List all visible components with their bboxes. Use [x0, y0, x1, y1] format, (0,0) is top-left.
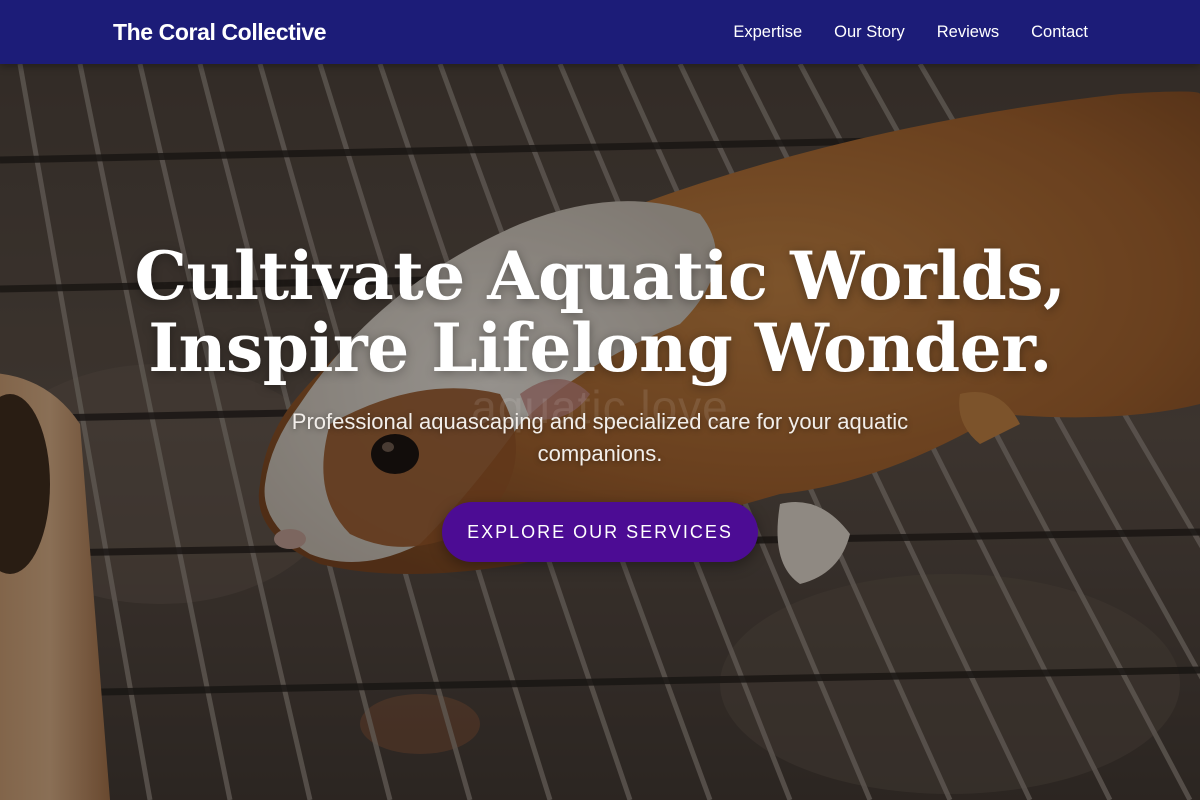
nav-links: Expertise Our Story Reviews Contact: [733, 20, 1088, 44]
hero-headline-line-1: Cultivate Aquatic Worlds,: [134, 237, 1066, 315]
hero-headline: Cultivate Aquatic Worlds, Inspire Lifelo…: [100, 240, 1100, 384]
explore-services-button[interactable]: Explore Our Services: [442, 502, 758, 562]
nav-link-contact[interactable]: Contact: [1031, 20, 1088, 44]
nav-link-expertise[interactable]: Expertise: [733, 20, 802, 44]
nav-link-reviews[interactable]: Reviews: [937, 20, 999, 44]
hero-section: aquatic love Cultivate Aquatic Worlds, I…: [0, 64, 1200, 800]
hero-headline-line-2: Inspire Lifelong Wonder.: [148, 309, 1052, 387]
top-navbar: The Coral Collective Expertise Our Story…: [0, 0, 1200, 64]
nav-link-our-story[interactable]: Our Story: [834, 20, 905, 44]
brand-logo-link[interactable]: The Coral Collective: [113, 17, 327, 47]
hero-subtext: Professional aquascaping and specialized…: [291, 409, 909, 466]
hero-content: Cultivate Aquatic Worlds, Inspire Lifelo…: [0, 64, 1200, 800]
